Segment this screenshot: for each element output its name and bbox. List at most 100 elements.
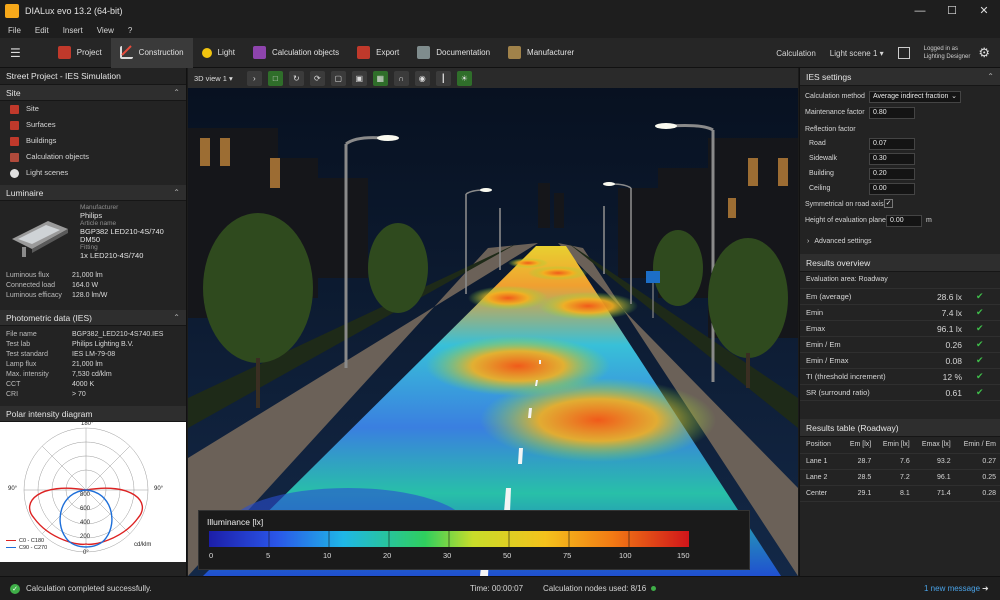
light-scene-select[interactable]: Light scene 1 ▾ <box>830 49 884 58</box>
prop-row: Luminous efficacy 128.0 lm/W <box>6 292 108 299</box>
manufacturer-icon <box>508 46 522 59</box>
sun-icon[interactable]: ☀ <box>456 70 472 86</box>
tab-construction[interactable]: Construction <box>110 37 193 68</box>
result-row: Emin 7.4 lx ✔ <box>800 305 1000 321</box>
results-table-header[interactable]: Results table (Roadway) <box>800 419 1000 437</box>
lightbulb-icon <box>10 168 19 178</box>
hamburger-menu-button[interactable]: ☰ <box>0 38 49 68</box>
prop-row: Test standard IES LM-79-08 <box>6 351 116 358</box>
status-message: Calculation completed successfully. <box>26 584 152 593</box>
buildings-icon <box>10 136 19 146</box>
results-list: Em (average) 28.6 lx ✔ Emin 7.4 lx ✔ Emax 96.… <box>800 288 1000 401</box>
site-item-site[interactable]: Site <box>0 101 186 117</box>
tab-project[interactable]: Project <box>49 38 111 68</box>
advanced-settings-toggle[interactable]: › Advanced settings <box>807 238 872 245</box>
site-item-surfaces[interactable]: Surfaces <box>0 117 186 133</box>
road-reflection-input[interactable]: 0.07 <box>869 138 915 150</box>
close-button[interactable]: ✕ <box>968 0 1000 22</box>
prop-row: Connected load 164.0 W <box>6 282 99 289</box>
menu-insert[interactable]: Insert <box>63 26 83 35</box>
cube-icon[interactable]: ▢ <box>330 70 346 86</box>
chevron-right-icon: › <box>807 238 810 245</box>
calculation-method-select[interactable]: Average indirect fraction ⌄ <box>869 91 961 103</box>
3d-viewport[interactable]: 3D view 1 ▾ › □ ↻ ⟳ ▢ ▣ ▦ ∩ ◉ ┃ ☀ Illumi… <box>188 68 798 576</box>
table-header-row: Position Em [lx] Emin [lx] Emax [lx] Emin / … <box>800 437 1000 454</box>
chevron-up-icon: ⌃ <box>173 188 180 197</box>
check-icon: ✔ <box>976 339 984 349</box>
app-logo-icon <box>5 4 19 18</box>
menu-file[interactable]: File <box>8 26 21 35</box>
arrow-right-icon[interactable]: ➜ <box>982 584 989 593</box>
table-row: Center 29.1 8.1 71.4 0.28 <box>800 485 1000 502</box>
menu-edit[interactable]: Edit <box>35 26 49 35</box>
polar-legend: C0 - C180 C90 - C270 <box>6 538 47 552</box>
ies-settings-header[interactable]: IES settings ⌃ <box>800 68 1000 86</box>
street-render[interactable] <box>188 68 798 576</box>
project-title: Street Project - IES Simulation <box>0 68 186 85</box>
menu-help[interactable]: ? <box>128 26 132 35</box>
site-section-header[interactable]: Site ⌃ <box>0 85 186 101</box>
luminaire-section-header[interactable]: Luminaire ⌃ <box>0 185 186 201</box>
prop-row: Test lab Philips Lighting B.V. <box>6 341 134 348</box>
login-info: Logged in as Lighting Designer <box>923 46 971 60</box>
calculation-objects-icon <box>10 152 19 162</box>
ceiling-reflection-input[interactable]: 0.00 <box>869 183 915 195</box>
cube-green-icon[interactable]: □ <box>267 70 283 86</box>
results-overview-header[interactable]: Results overview <box>800 254 1000 272</box>
status-dot-icon <box>651 586 657 591</box>
illuminance-legend: Illuminance [lx] 0 5 10 20 30 50 75 100 … <box>198 510 750 570</box>
site-item-buildings[interactable]: Buildings <box>0 133 186 149</box>
settings-gear-icon[interactable]: ⚙ <box>978 45 990 61</box>
tab-calculation-objects[interactable]: Calculation objects <box>244 38 348 68</box>
site-item-calculation-objects[interactable]: Calculation objects <box>0 149 186 165</box>
magnet-icon[interactable]: ∩ <box>393 70 409 86</box>
save-icon[interactable] <box>897 47 910 59</box>
calculation-objects-icon <box>252 46 266 59</box>
evaluation-area-label: Evaluation area: Roadway <box>806 276 888 283</box>
menu-view[interactable]: View <box>97 26 114 35</box>
building-reflection-input[interactable]: 0.20 <box>869 168 915 180</box>
calculation-label[interactable]: Calculation <box>776 49 816 58</box>
result-row: Emin / Em 0.26 ✔ <box>800 337 1000 353</box>
grid-icon[interactable]: ▦ <box>372 70 388 86</box>
sidewalk-reflection-input[interactable]: 0.30 <box>869 153 915 165</box>
surfaces-icon <box>10 120 19 130</box>
maintenance-factor-input[interactable]: 0.80 <box>869 107 915 119</box>
tab-manufacturer[interactable]: Manufacturer <box>499 38 583 68</box>
section-icon[interactable]: ┃ <box>435 70 451 86</box>
tab-export[interactable]: Export <box>348 38 408 68</box>
success-check-icon: ✓ <box>10 583 20 594</box>
minimize-button[interactable]: — <box>904 0 936 22</box>
check-icon: ✔ <box>976 371 984 381</box>
polar-section-header[interactable]: Polar intensity diagram <box>0 406 186 422</box>
chevron-up-icon: ⌃ <box>987 72 994 81</box>
check-icon: ✔ <box>976 307 984 317</box>
luminaire-image <box>12 221 68 257</box>
status-bar: ✓ Calculation completed successfully. Ti… <box>0 576 1000 600</box>
polar-diagram: 180° 90° 90° 0° 800 600 400 200 C0 - C18… <box>0 421 186 562</box>
tab-documentation[interactable]: Documentation <box>408 38 499 68</box>
refresh-icon[interactable]: ↻ <box>288 70 304 86</box>
view-select[interactable]: 3D view 1 ▾ <box>194 74 233 83</box>
luminaire-info: Manufacturer Philips Article name BGP382… <box>0 201 186 271</box>
site-icon <box>10 104 19 114</box>
photometric-props: File name BGP382_LED210-4S740.IES Test la… <box>0 326 186 400</box>
prop-row: Luminous flux 21,000 lm <box>6 272 103 279</box>
photometric-section-header[interactable]: Photometric data (IES) ⌃ <box>0 310 186 326</box>
result-row: Em (average) 28.6 lx ✔ <box>800 289 1000 305</box>
prop-row: CCT 4000 K <box>6 381 95 388</box>
tab-light[interactable]: Light <box>193 38 244 68</box>
prop-row: Max. intensity 7,530 cd/klm <box>6 371 112 378</box>
rotate-icon[interactable]: ⟳ <box>309 70 325 86</box>
symmetrical-checkbox[interactable]: ✓ <box>884 199 893 208</box>
evaluation-height-input[interactable]: 0.00 <box>886 215 922 227</box>
results-table: Position Em [lx] Emin [lx] Emax [lx] Emin / … <box>800 437 1000 502</box>
prop-row: CRI > 70 <box>6 391 86 398</box>
eye-icon[interactable]: ◉ <box>414 70 430 86</box>
arrow-icon[interactable]: › <box>246 70 262 86</box>
new-message-link[interactable]: 1 new message <box>924 584 980 593</box>
maximize-button[interactable]: ☐ <box>936 0 968 22</box>
view-cube-icon[interactable]: ▣ <box>351 70 367 86</box>
site-item-light-scenes[interactable]: Light scenes <box>0 165 186 181</box>
chevron-down-icon: ▾ <box>879 48 884 58</box>
